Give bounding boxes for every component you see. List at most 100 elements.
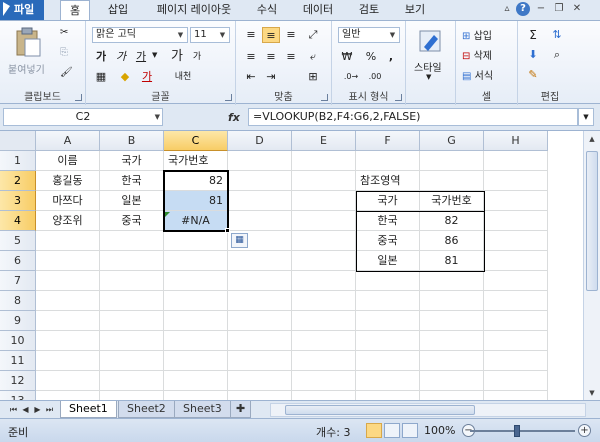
cell-a7[interactable]	[36, 271, 100, 291]
cell-d10[interactable]	[228, 331, 292, 351]
delete-cells-button[interactable]: ⊟ 삭제	[462, 47, 492, 62]
number-launcher-icon[interactable]	[395, 94, 402, 101]
row-header-4[interactable]: 4	[0, 211, 36, 231]
insert-function-button[interactable]: fx	[228, 111, 240, 124]
worksheet-grid[interactable]: ▲ ▼ A B C D E F G H 1 이름 국가 국가번호 2 홍길동 한국 82 참조영역 3 마쯔다 일본 8…	[0, 130, 600, 411]
cut-icon[interactable]: ✂	[60, 27, 68, 38]
cell-d1[interactable]	[228, 151, 292, 171]
row-header-8[interactable]: 8	[0, 291, 36, 311]
sort-filter-icon[interactable]: ⇅	[548, 27, 566, 43]
cell-c9[interactable]	[164, 311, 228, 331]
cell-e3[interactable]	[292, 191, 356, 211]
cell-f10[interactable]	[356, 331, 420, 351]
cell-h9[interactable]	[484, 311, 548, 331]
cell-b8[interactable]	[100, 291, 164, 311]
cell-b10[interactable]	[100, 331, 164, 351]
cell-b6[interactable]	[100, 251, 164, 271]
cell-d8[interactable]	[228, 291, 292, 311]
cell-h4[interactable]	[484, 211, 548, 231]
cell-g7[interactable]	[420, 271, 484, 291]
expand-formula-bar-icon[interactable]: ▼	[578, 108, 594, 126]
column-header-e[interactable]: E	[292, 131, 356, 151]
tab-formulas[interactable]: 수식	[250, 0, 284, 20]
cell-c7[interactable]	[164, 271, 228, 291]
sheet-tab-sheet3[interactable]: Sheet3	[174, 401, 231, 418]
row-header-5[interactable]: 5	[0, 231, 36, 251]
fill-icon[interactable]: ⬇	[524, 47, 542, 63]
increase-indent-icon[interactable]: ⇥	[262, 69, 280, 85]
horizontal-scroll-thumb[interactable]	[285, 405, 475, 415]
paste-icon[interactable]	[14, 27, 42, 57]
cell-f12[interactable]	[356, 371, 420, 391]
cell-e8[interactable]	[292, 291, 356, 311]
copy-icon[interactable]: ⎘	[60, 47, 68, 58]
scroll-down-icon[interactable]: ▼	[584, 385, 600, 401]
restore-icon[interactable]: ❐	[552, 2, 566, 16]
font-name-combo[interactable]: 맑은 고딕 ▼	[92, 27, 188, 43]
decrease-decimal-icon[interactable]: .00	[366, 69, 384, 85]
cell-c8[interactable]	[164, 291, 228, 311]
cell-a6[interactable]	[36, 251, 100, 271]
phonetic-button[interactable]: 내천	[170, 69, 196, 85]
column-header-a[interactable]: A	[36, 131, 100, 151]
paste-button[interactable]: 붙여넣기	[8, 61, 45, 76]
increase-decimal-icon[interactable]: .0→	[342, 69, 360, 85]
cell-a10[interactable]	[36, 331, 100, 351]
column-header-g[interactable]: G	[420, 131, 484, 151]
row-header-3[interactable]: 3	[0, 191, 36, 211]
cell-g5[interactable]: 86	[420, 231, 484, 251]
minimize-icon[interactable]: −	[534, 2, 548, 16]
cell-a9[interactable]	[36, 311, 100, 331]
cell-a8[interactable]	[36, 291, 100, 311]
name-box[interactable]: C2 ▼	[3, 108, 163, 126]
cell-e12[interactable]	[292, 371, 356, 391]
cell-h1[interactable]	[484, 151, 548, 171]
last-sheet-icon[interactable]: ⏭	[44, 403, 55, 416]
tab-insert[interactable]: 삽입	[100, 0, 136, 20]
cell-b11[interactable]	[100, 351, 164, 371]
cell-b2[interactable]: 한국	[100, 171, 164, 191]
cell-g3[interactable]: 국가번호	[420, 191, 484, 211]
row-header-6[interactable]: 6	[0, 251, 36, 271]
tab-view[interactable]: 보기	[398, 0, 432, 20]
cell-c2[interactable]: 82	[164, 171, 228, 191]
percent-button[interactable]: %	[362, 49, 380, 65]
vertical-scroll-thumb[interactable]	[586, 151, 598, 291]
cell-g6[interactable]: 81	[420, 251, 484, 271]
format-cells-button[interactable]: ▤ 서식	[462, 67, 493, 82]
font-size-combo[interactable]: 11 ▼	[190, 27, 230, 43]
cell-h3[interactable]	[484, 191, 548, 211]
cell-c4[interactable]: #N/A	[164, 211, 228, 231]
cell-a5[interactable]	[36, 231, 100, 251]
grow-font-button[interactable]: 가	[168, 49, 186, 65]
cell-h7[interactable]	[484, 271, 548, 291]
zoom-slider-thumb[interactable]	[514, 425, 520, 437]
column-header-b[interactable]: B	[100, 131, 164, 151]
cell-h2[interactable]	[484, 171, 548, 191]
styles-icon[interactable]	[418, 27, 444, 55]
cell-c5[interactable]	[164, 231, 228, 251]
column-header-c[interactable]: C	[164, 131, 228, 151]
zoom-level[interactable]: 100%	[424, 424, 455, 437]
prev-sheet-icon[interactable]: ◀	[20, 403, 31, 416]
cell-e2[interactable]	[292, 171, 356, 191]
insert-cells-button[interactable]: ⊞ 삽입	[462, 27, 492, 42]
column-header-h[interactable]: H	[484, 131, 548, 151]
cell-b3[interactable]: 일본	[100, 191, 164, 211]
cell-f9[interactable]	[356, 311, 420, 331]
help-icon[interactable]: ?	[516, 2, 530, 16]
row-header-12[interactable]: 12	[0, 371, 36, 391]
cell-f6[interactable]: 일본	[356, 251, 420, 271]
tab-data[interactable]: 데이터	[296, 0, 340, 20]
cell-f1[interactable]	[356, 151, 420, 171]
cell-e10[interactable]	[292, 331, 356, 351]
cell-e11[interactable]	[292, 351, 356, 371]
close-icon[interactable]: ✕	[570, 2, 584, 16]
horizontal-scrollbar[interactable]	[270, 403, 586, 417]
chevron-down-icon[interactable]: ▼	[426, 73, 431, 81]
cell-a12[interactable]	[36, 371, 100, 391]
cell-h6[interactable]	[484, 251, 548, 271]
chevron-down-icon[interactable]: ▼	[152, 51, 157, 59]
vertical-scrollbar[interactable]: ▲ ▼	[583, 131, 600, 401]
cell-g10[interactable]	[420, 331, 484, 351]
